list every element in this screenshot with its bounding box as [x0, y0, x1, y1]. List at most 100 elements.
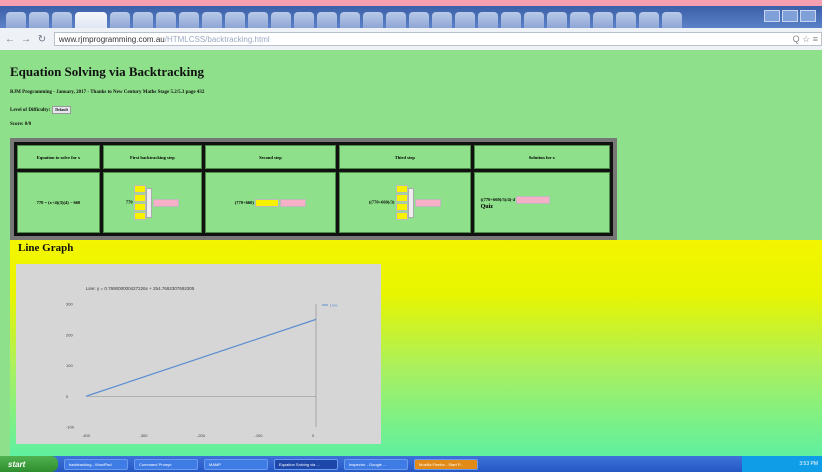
step1-label: 770 — [125, 199, 133, 205]
step1-option[interactable] — [133, 203, 146, 211]
browser-tab[interactable] — [524, 12, 544, 28]
step2-label: (770+660) — [234, 199, 254, 205]
minimize-button[interactable] — [764, 10, 780, 22]
step1-option[interactable] — [133, 212, 146, 220]
address-bar: ← → ↻ www.rjmprogramming.com.au/HTMLCSS/… — [0, 28, 822, 51]
taskbar-task[interactable]: Inspector - Google ... — [344, 458, 408, 470]
step2-cell: (770+660) — [204, 172, 336, 233]
start-button[interactable]: start — [0, 456, 58, 472]
browser-tab[interactable] — [156, 12, 176, 28]
header-step1: First backtracking step — [102, 145, 202, 169]
taskbar-task[interactable]: Mozilla Firefox - Start P... — [414, 458, 478, 470]
step3-cell: ((770+660)/3) — [338, 172, 471, 233]
browser-tab[interactable] — [593, 12, 613, 28]
window-controls — [764, 10, 816, 22]
backtracking-table: Equation to solve for x First backtracki… — [10, 138, 617, 240]
step1-input[interactable] — [152, 198, 179, 207]
graph-heading: Line Graph — [18, 242, 74, 254]
step3-option[interactable] — [395, 212, 408, 220]
browser-tab[interactable] — [501, 12, 521, 28]
browser-tab-strip — [0, 6, 822, 28]
difficulty-row: Level of Difficulty: Default — [10, 106, 71, 114]
step3-option[interactable] — [395, 203, 408, 211]
y-tick-label: 100 — [66, 363, 73, 368]
step3-scrollbar[interactable] — [407, 187, 414, 218]
browser-tab[interactable] — [52, 12, 72, 28]
solution-quiz-button[interactable]: Quiz — [481, 204, 493, 210]
url-path: /HTMLCSS/backtracking.html — [164, 34, 270, 44]
browser-tab[interactable] — [317, 12, 337, 28]
taskbar-task[interactable]: backtracking - WordPad — [64, 458, 128, 470]
y-tick-label: 300 — [66, 302, 73, 307]
browser-tab[interactable] — [271, 12, 291, 28]
series-line — [85, 318, 317, 397]
legend-label: Line — [330, 303, 338, 308]
y-tick-label: 0 — [66, 394, 69, 399]
browser-tab[interactable] — [639, 12, 659, 28]
bookmark-star-icon[interactable]: Q ☆ ≡ — [793, 34, 818, 45]
browser-tab[interactable] — [294, 12, 314, 28]
step3-option[interactable] — [395, 194, 408, 202]
browser-tab[interactable] — [225, 12, 245, 28]
browser-tab[interactable] — [478, 12, 498, 28]
header-step2: Second step — [204, 145, 336, 169]
x-tick-label: 0 — [312, 433, 315, 438]
difficulty-select[interactable]: Default — [52, 106, 71, 114]
browser-tab[interactable] — [202, 12, 222, 28]
forward-arrow-icon[interactable]: → — [20, 34, 32, 45]
step2-option[interactable] — [254, 198, 279, 207]
graph-section: Line Graph Line: y = 0.769000000427226x … — [10, 240, 822, 456]
browser-tab[interactable] — [616, 12, 636, 28]
step1-option[interactable] — [133, 194, 146, 202]
browser-tab[interactable] — [547, 12, 567, 28]
taskbar: start backtracking - WordPad Command Prom… — [0, 456, 822, 472]
x-tick-label: -100 — [255, 433, 264, 438]
back-arrow-icon[interactable]: ← — [4, 34, 16, 45]
x-tick-label: -300 — [140, 433, 149, 438]
maximize-button[interactable] — [782, 10, 798, 22]
close-button[interactable] — [800, 10, 816, 22]
browser-tab[interactable] — [6, 12, 26, 28]
browser-tab[interactable] — [179, 12, 199, 28]
browser-tab[interactable] — [570, 12, 590, 28]
x-tick-label: -200 — [197, 433, 206, 438]
header-solution: Solution for x — [473, 145, 610, 169]
score-text: Score: 0/0 — [10, 122, 32, 127]
clock: 3:53 PM — [799, 461, 818, 467]
step1-options — [133, 184, 146, 221]
browser-tab[interactable] — [29, 12, 49, 28]
taskbar-task[interactable]: MAMP — [204, 458, 268, 470]
credit-line: RJM Programming - January, 2017 - Thanks… — [10, 90, 205, 95]
chart-panel: Line: y = 0.769000000427226x + 254.76923… — [16, 264, 381, 444]
browser-tab[interactable] — [662, 12, 682, 28]
step2-input[interactable] — [280, 198, 307, 207]
reload-icon[interactable]: ↻ — [36, 34, 48, 45]
browser-tab-active[interactable] — [75, 12, 107, 28]
line-chart: Line: y = 0.769000000427226x + 254.76923… — [66, 286, 338, 438]
step1-scrollbar[interactable] — [145, 187, 152, 218]
page-content: Equation Solving via Backtracking RJM Pr… — [0, 50, 822, 456]
browser-tab[interactable] — [133, 12, 153, 28]
taskbar-task[interactable]: Command Prompt — [134, 458, 198, 470]
y-tick-label: -100 — [66, 425, 75, 430]
x-tick-label: -400 — [82, 433, 91, 438]
step3-options — [395, 184, 408, 221]
browser-tab[interactable] — [363, 12, 383, 28]
browser-tab[interactable] — [432, 12, 452, 28]
header-equation: Equation to solve for x — [17, 145, 100, 169]
solution-input[interactable] — [516, 195, 551, 204]
url-input[interactable]: www.rjmprogramming.com.au/HTMLCSS/backtr… — [53, 32, 822, 46]
step1-cell: 770 — [102, 172, 202, 233]
browser-tab[interactable] — [386, 12, 406, 28]
equation-text: 770 = (x+4)(3)(4) − 660 — [36, 200, 81, 205]
step3-option[interactable] — [395, 185, 408, 193]
browser-tab[interactable] — [248, 12, 268, 28]
browser-tab[interactable] — [110, 12, 130, 28]
browser-tab[interactable] — [409, 12, 429, 28]
taskbar-task[interactable]: Equation Solving via ... — [274, 458, 338, 470]
url-host: www.rjmprogramming.com.au — [58, 34, 165, 44]
step3-input[interactable] — [414, 198, 441, 207]
browser-tab[interactable] — [455, 12, 475, 28]
browser-tab[interactable] — [340, 12, 360, 28]
step1-option[interactable] — [133, 185, 146, 193]
